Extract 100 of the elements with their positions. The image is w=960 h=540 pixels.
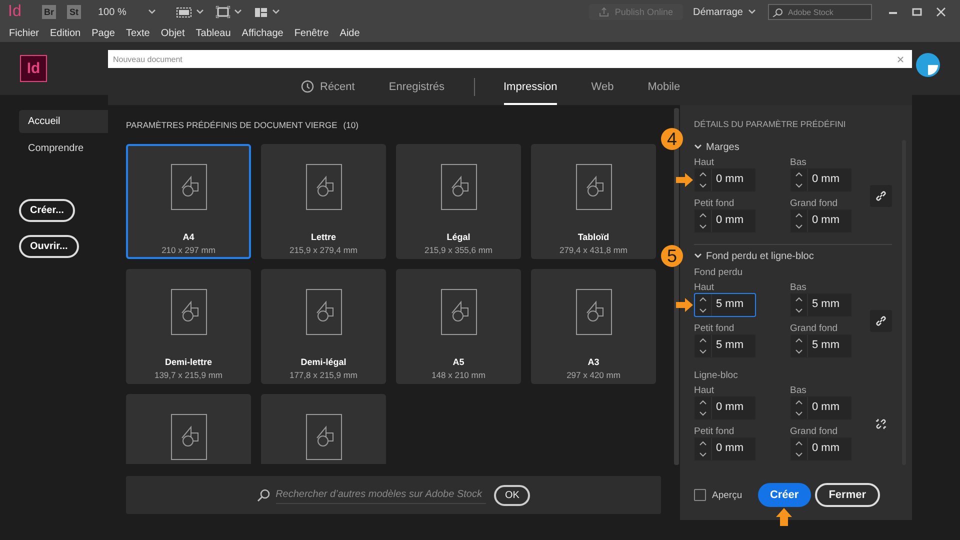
tab[interactable]: Web — [591, 68, 614, 105]
measure-field[interactable]: 0 mm — [790, 396, 852, 420]
menu-item[interactable]: Fichier — [9, 28, 40, 38]
view-mode-icon — [176, 6, 192, 18]
field-label: Grand fond — [790, 425, 839, 437]
ok-button[interactable]: OK — [494, 484, 530, 506]
measure-field[interactable]: 0 mm — [790, 437, 852, 461]
document-icon — [170, 164, 206, 210]
preset-card[interactable]: Demi-lettre 139,7 x 215,9 mm — [126, 269, 251, 384]
tab[interactable]: Enregistrés — [388, 68, 444, 105]
document-icon — [440, 289, 476, 335]
measure-field[interactable]: 0 mm — [694, 396, 756, 420]
measure-field[interactable]: 0 mm — [790, 168, 852, 192]
upload-icon — [598, 7, 609, 17]
stepper-icon[interactable] — [698, 170, 708, 190]
preset-card[interactable]: Tabloïd 279,4 x 431,8 mm — [531, 144, 656, 259]
link-button[interactable] — [870, 310, 892, 332]
sidebar-item[interactable]: Comprendre — [19, 137, 108, 160]
menu-item[interactable]: Tableau — [196, 28, 231, 38]
preset-card[interactable]: Légal 215,9 x 355,6 mm — [396, 144, 521, 259]
menu-item[interactable]: Objet — [160, 28, 185, 38]
preset-card[interactable]: Demi-légal 177,8 x 215,9 mm — [261, 269, 386, 384]
checkbox-label: Aperçu — [712, 490, 742, 500]
search-icon — [772, 8, 784, 16]
field-label: Petit fond — [694, 197, 736, 209]
field-label: Bas — [790, 156, 808, 168]
stepper-icon[interactable] — [698, 398, 708, 418]
home-button[interactable]: Ouvrir... — [19, 235, 79, 258]
measure-field[interactable]: 5 mm — [790, 293, 852, 317]
app-logo: Id — [20, 55, 47, 82]
menu-item[interactable]: Edition — [50, 28, 81, 38]
menu-item[interactable]: Texte — [126, 28, 150, 38]
preset-card[interactable]: A3 297 x 420 mm — [531, 269, 656, 384]
field-label: Grand fond — [790, 197, 839, 209]
caret-icon — [272, 9, 280, 15]
caret-icon — [234, 9, 242, 15]
measure-field[interactable]: 0 mm — [694, 209, 756, 233]
stepper-icon[interactable] — [698, 336, 708, 356]
stepper-icon[interactable] — [794, 439, 804, 459]
measure-field[interactable]: 0 mm — [790, 209, 852, 233]
caret-icon — [196, 9, 204, 15]
tab[interactable]: Mobile — [648, 68, 680, 105]
stepper-icon[interactable] — [794, 295, 804, 315]
preset-size: 139,7 x 215,9 mm — [154, 370, 223, 380]
stepper-icon[interactable] — [698, 439, 708, 459]
maximize-icon[interactable] — [912, 7, 922, 17]
stepper-icon[interactable] — [698, 295, 708, 315]
stock-button[interactable]: St — [67, 5, 81, 19]
stepper-icon[interactable] — [794, 336, 804, 356]
menu-item[interactable]: Page — [92, 28, 115, 38]
app-icon — [915, 52, 941, 78]
zoom-dropdown[interactable]: 100 % — [98, 6, 156, 18]
stepper-icon[interactable] — [794, 170, 804, 190]
app-logo: Id — [8, 3, 22, 21]
stepper-icon[interactable] — [698, 211, 708, 231]
close-icon[interactable] — [897, 56, 904, 62]
workspace-dropdown[interactable]: Démarrage — [692, 6, 756, 18]
checkbox[interactable] — [694, 489, 706, 501]
sidebar-item[interactable]: Accueil — [19, 110, 108, 133]
preset-size: 297 x 420 mm — [566, 370, 620, 380]
preset-size: 215,9 x 355,6 mm — [424, 245, 493, 255]
measure-field[interactable]: 5 mm — [790, 334, 852, 358]
measure-field[interactable]: 5 mm — [694, 334, 756, 358]
preset-card[interactable]: Lettre 215,9 x 279,4 mm — [261, 144, 386, 259]
close-icon[interactable] — [936, 7, 946, 17]
preset-name: Demi-lettre — [164, 357, 212, 367]
preset-card[interactable]: A5 148 x 210 mm — [396, 269, 521, 384]
document-icon — [576, 289, 612, 335]
field-label: Haut — [694, 156, 716, 168]
step-badge: 5 — [661, 245, 683, 267]
caret-icon — [748, 9, 756, 15]
layout-icon — [254, 6, 268, 18]
preset-name: A5 — [452, 357, 464, 367]
document-icon — [306, 414, 342, 460]
home-button[interactable]: Créer... — [19, 199, 75, 222]
measure-field[interactable]: 0 mm — [694, 437, 756, 461]
stepper-icon[interactable] — [794, 398, 804, 418]
caret-icon — [148, 9, 156, 15]
document-icon — [170, 289, 206, 335]
tab[interactable]: Récent — [301, 68, 355, 105]
document-icon — [576, 164, 612, 210]
preset-card[interactable]: A4 210 x 297 mm — [126, 144, 251, 259]
field-label: Petit fond — [694, 425, 736, 437]
tab[interactable]: Impression — [504, 68, 558, 105]
menu-item[interactable]: Fenêtre — [294, 28, 329, 38]
menu-item[interactable]: Affichage — [242, 28, 284, 38]
bridge-button[interactable]: Br — [42, 5, 56, 19]
section-toggle[interactable]: Marges — [694, 139, 902, 155]
preset-name: A4 — [182, 232, 194, 242]
field-label: Petit fond — [694, 322, 736, 334]
section-heading: PARAMÈTRES PRÉDÉFINIS DE DOCUMENT VIERGE — [126, 120, 338, 132]
chain-icon — [875, 315, 887, 327]
section-toggle[interactable]: Fond perdu et ligne-bloc — [694, 248, 902, 264]
menu-item[interactable]: Aide — [340, 28, 360, 38]
clock-icon — [301, 80, 314, 93]
stepper-icon[interactable] — [794, 211, 804, 231]
dialog-button[interactable]: Fermer — [814, 483, 880, 507]
link-button[interactable] — [870, 185, 892, 207]
search-field[interactable]: Rechercher d’autres modèles sur Adobe Stock — [276, 486, 486, 504]
document-icon — [170, 414, 206, 460]
